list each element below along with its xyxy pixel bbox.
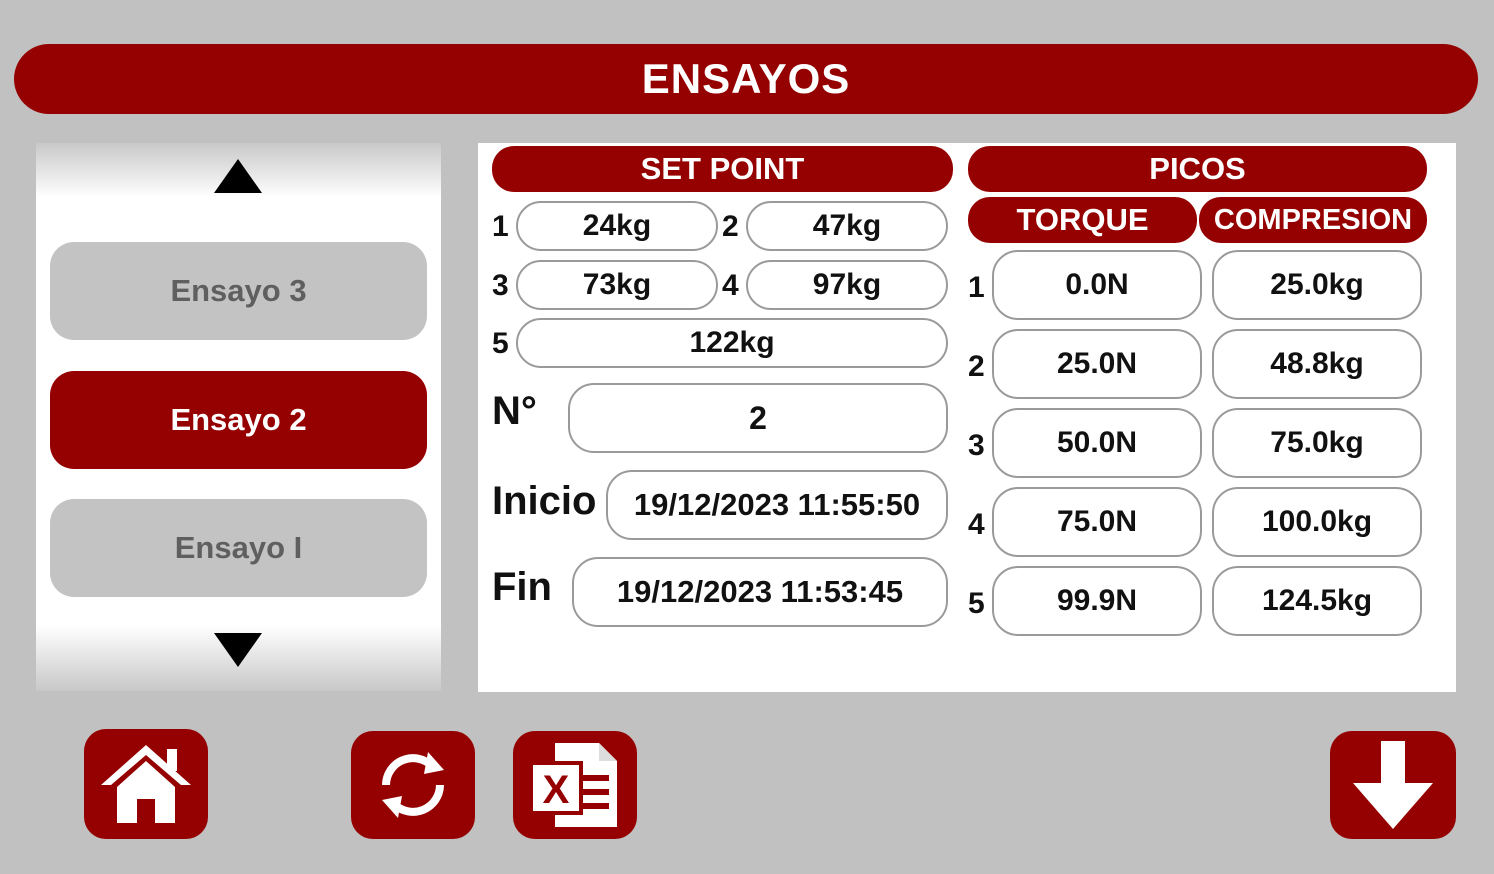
- test-item-3[interactable]: Ensayo 3: [50, 242, 427, 340]
- excel-icon: X: [529, 743, 617, 827]
- start-time-value: 19/12/2023 11:55:50: [606, 470, 948, 540]
- compression-value-1: 25.0kg: [1212, 250, 1422, 320]
- export-excel-button[interactable]: X: [513, 731, 637, 839]
- torque-header: TORQUE: [968, 197, 1197, 243]
- refresh-icon: [382, 752, 444, 818]
- compression-value-4: 100.0kg: [1212, 487, 1422, 557]
- test-item-1[interactable]: Ensayo I: [50, 499, 427, 597]
- set-point-index-1: 1: [492, 210, 509, 243]
- start-time-label: Inicio: [492, 479, 597, 523]
- picos-index-2: 2: [968, 350, 985, 383]
- set-point-value-1: 24kg: [516, 201, 718, 251]
- scroll-down-icon[interactable]: [214, 633, 262, 667]
- test-list-panel: Ensayo 3 Ensayo 2 Ensayo I: [36, 143, 441, 691]
- picos-index-3: 3: [968, 429, 985, 462]
- home-icon: [101, 745, 191, 823]
- svg-text:X: X: [543, 768, 570, 812]
- download-button[interactable]: [1330, 731, 1456, 839]
- set-point-index-4: 4: [722, 269, 739, 302]
- set-point-index-5: 5: [492, 327, 509, 360]
- home-button[interactable]: [84, 729, 208, 839]
- set-point-index-3: 3: [492, 269, 509, 302]
- picos-index-5: 5: [968, 587, 985, 620]
- torque-value-4: 75.0N: [992, 487, 1202, 557]
- set-point-value-4: 97kg: [746, 260, 948, 310]
- torque-value-2: 25.0N: [992, 329, 1202, 399]
- test-number-label: N°: [492, 389, 537, 433]
- end-time-label: Fin: [492, 565, 552, 609]
- end-time-value: 19/12/2023 11:53:45: [572, 557, 948, 627]
- compression-value-5: 124.5kg: [1212, 566, 1422, 636]
- torque-value-5: 99.9N: [992, 566, 1202, 636]
- test-detail-panel: SET POINT 1 24kg 2 47kg 3 73kg 4 97kg 5 …: [478, 143, 1456, 692]
- set-point-value-3: 73kg: [516, 260, 718, 310]
- test-number-value: 2: [568, 383, 948, 453]
- compression-value-2: 48.8kg: [1212, 329, 1422, 399]
- torque-value-1: 0.0N: [992, 250, 1202, 320]
- compression-header: COMPRESION: [1199, 197, 1427, 243]
- picos-header: PICOS: [968, 146, 1427, 192]
- set-point-value-2: 47kg: [746, 201, 948, 251]
- set-point-index-2: 2: [722, 210, 739, 243]
- scroll-up-icon[interactable]: [214, 159, 262, 193]
- compression-value-3: 75.0kg: [1212, 408, 1422, 478]
- torque-value-3: 50.0N: [992, 408, 1202, 478]
- picos-index-1: 1: [968, 271, 985, 304]
- download-arrow-icon: [1353, 741, 1433, 829]
- picos-index-4: 4: [968, 508, 985, 541]
- set-point-header: SET POINT: [492, 146, 953, 192]
- page-title: ENSAYOS: [14, 44, 1478, 114]
- test-item-2[interactable]: Ensayo 2: [50, 371, 427, 469]
- refresh-button[interactable]: [351, 731, 475, 839]
- set-point-value-5: 122kg: [516, 318, 948, 368]
